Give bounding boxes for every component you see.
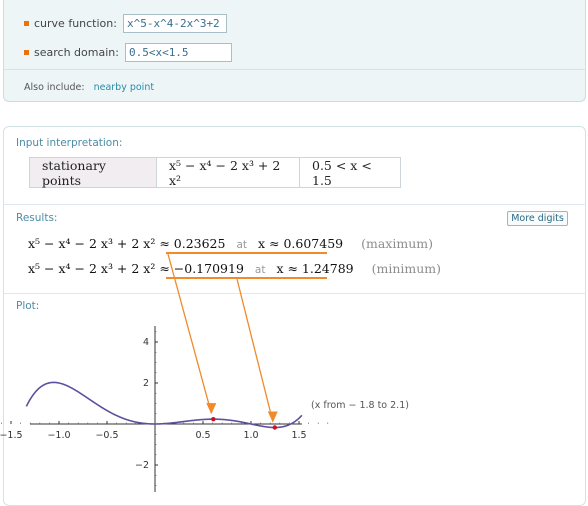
x-tick-label: 0.5: [195, 430, 210, 441]
highlight-arrow-line: [236, 278, 274, 422]
highlight-arrowhead: [267, 411, 278, 423]
highlight-arrow-line: [167, 253, 212, 414]
function-curve: [25, 381, 303, 429]
y-tick-label: −2: [135, 460, 149, 471]
x-tick-label: −1.5: [0, 430, 23, 441]
x-tick-label: −1.0: [47, 430, 70, 441]
x-tick-label: 1.0: [243, 430, 258, 441]
maximum-point: [211, 416, 216, 422]
x-tick-label: −0.5: [95, 430, 118, 441]
x-tick-label: 1.5: [291, 430, 306, 441]
plot-range-note: (x from − 1.8 to 2.1): [311, 400, 409, 411]
y-tick-label: 4: [143, 337, 149, 348]
function-plot: −1.5 −1.0 −0.5 0.5 1.0 1.5 −2 2 4: [0, 253, 329, 492]
minimum-point: [272, 425, 277, 430]
y-tick-label: 2: [143, 378, 149, 389]
highlight-arrowhead: [206, 403, 217, 415]
